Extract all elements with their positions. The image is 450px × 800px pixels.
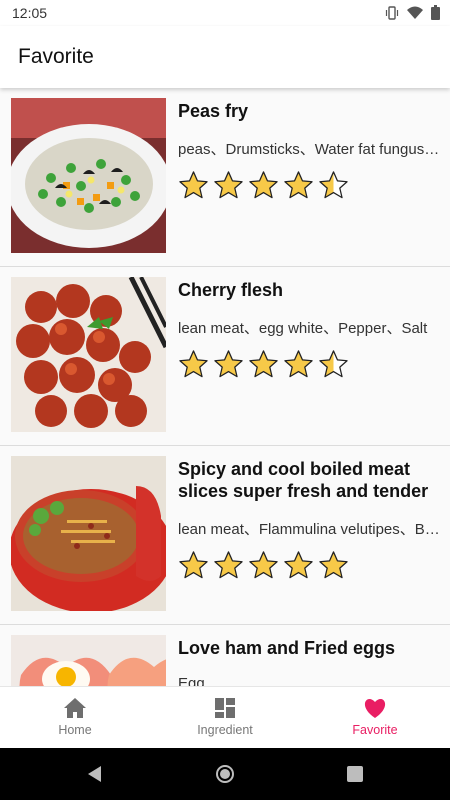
- star-rating: [178, 349, 349, 380]
- recents-icon[interactable]: [346, 765, 364, 783]
- list-item[interactable]: Cherry flesh lean meat、egg white、Pepper、…: [0, 267, 450, 446]
- heart-icon: [364, 699, 386, 718]
- star-rating: [178, 170, 349, 201]
- star-full-icon: [284, 350, 313, 378]
- recipe-ingredients: Egg: [178, 675, 205, 686]
- recipe-image: [11, 456, 166, 611]
- page-title: Favorite: [18, 45, 94, 68]
- favorite-list[interactable]: Peas fry peas、Drumsticks、Water fat fungu…: [0, 88, 450, 686]
- list-item[interactable]: Peas fry peas、Drumsticks、Water fat fungu…: [0, 88, 450, 267]
- battery-icon: [431, 5, 440, 20]
- star-full-icon: [284, 551, 313, 579]
- recipe-title: Spicy and cool boiled meat slices super …: [178, 459, 429, 501]
- star-half-icon: [319, 350, 348, 378]
- bottom-nav: Home Ingredient Favorite: [0, 686, 450, 749]
- star-full-icon: [179, 171, 208, 199]
- nav-item-favorite[interactable]: Favorite: [300, 687, 450, 749]
- vibrate-icon: [385, 5, 399, 20]
- star-full-icon: [179, 551, 208, 579]
- status-time: 12:05: [12, 5, 48, 21]
- star-full-icon: [249, 551, 278, 579]
- recipe-image: [11, 98, 166, 253]
- recipe-title: Peas fry: [178, 101, 249, 121]
- nav-label-home: Home: [58, 723, 92, 737]
- list-item[interactable]: Spicy and cool boiled meat slices super …: [0, 446, 450, 625]
- status-icons: [385, 5, 440, 20]
- home-icon: [64, 698, 86, 718]
- back-icon[interactable]: [86, 765, 104, 783]
- list-item[interactable]: Love ham and Fried eggs Egg: [0, 625, 450, 686]
- nav-item-ingredient[interactable]: Ingredient: [150, 687, 300, 749]
- star-full-icon: [249, 350, 278, 378]
- star-full-icon: [214, 171, 243, 199]
- system-nav-bar: [0, 748, 450, 800]
- recipe-image: [11, 635, 166, 686]
- star-full-icon: [284, 171, 313, 199]
- wifi-icon: [407, 6, 423, 19]
- nav-item-home[interactable]: Home: [0, 687, 150, 749]
- recipe-ingredients: lean meat、egg white、Pepper、Salt: [178, 320, 428, 337]
- recipe-title: Love ham and Fried eggs: [178, 638, 396, 658]
- app-bar: Favorite: [0, 26, 450, 88]
- recipe-ingredients: peas、Drumsticks、Water fat fungus、Carrot: [178, 141, 440, 158]
- grid-icon: [215, 698, 235, 718]
- recipe-ingredients: lean meat、Flammulina velutipes、Bean spro…: [178, 521, 440, 538]
- status-bar: 12:05: [0, 0, 450, 26]
- recipe-image: [11, 277, 166, 432]
- home-button-icon[interactable]: [216, 765, 234, 783]
- star-half-icon: [319, 171, 348, 199]
- recipe-title: Cherry flesh: [178, 280, 284, 300]
- star-full-icon: [179, 350, 208, 378]
- star-full-icon: [319, 551, 348, 579]
- star-full-icon: [214, 350, 243, 378]
- nav-label-favorite: Favorite: [352, 723, 398, 737]
- nav-label-ingredient: Ingredient: [197, 723, 253, 737]
- star-full-icon: [214, 551, 243, 579]
- star-full-icon: [249, 171, 278, 199]
- star-rating: [178, 550, 349, 581]
